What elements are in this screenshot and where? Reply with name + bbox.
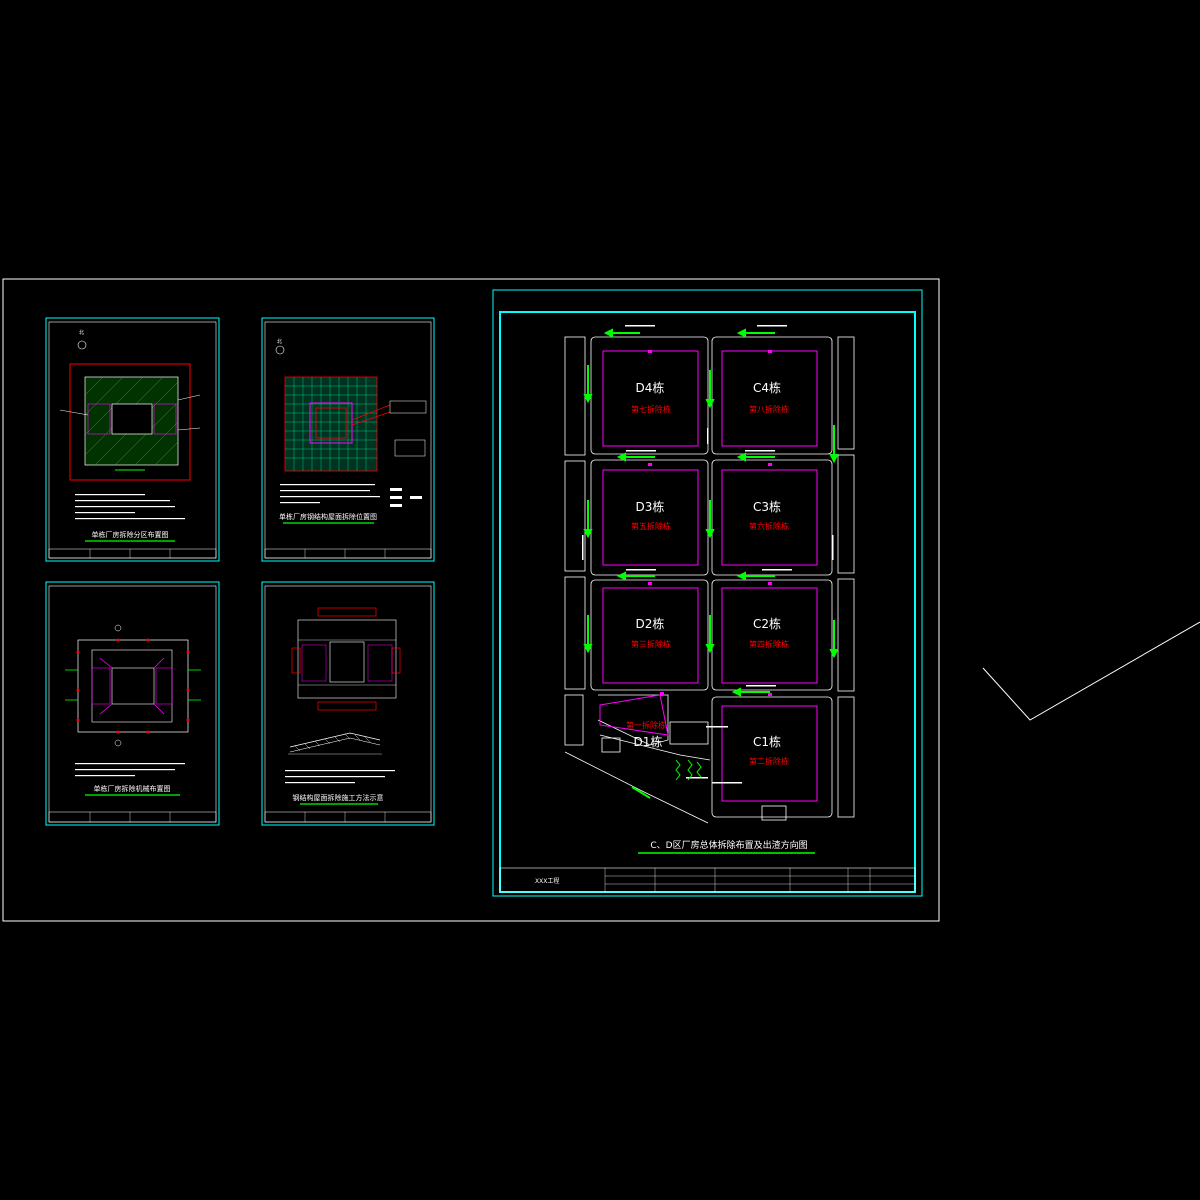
building-c2-label: C2栋 xyxy=(753,616,781,631)
building-c3-label: C3栋 xyxy=(753,499,781,514)
small-sheet-1-title: 单栋厂房拆除分区布置图 xyxy=(92,530,169,539)
building-d2-outline xyxy=(602,587,699,684)
building-c4-label: C4栋 xyxy=(753,380,781,395)
building-d3-stage: 第五拆除栋 xyxy=(631,521,671,531)
svg-text:北: 北 xyxy=(79,329,84,336)
building-c2-outline xyxy=(721,587,818,684)
building-d4-stage: 第七拆除栋 xyxy=(631,404,671,414)
stray-leader-line xyxy=(982,621,1200,721)
road-network xyxy=(564,336,855,824)
small-sheet-3-title: 单栋厂房拆除机械布置图 xyxy=(94,784,171,793)
title-block: XXX工程 xyxy=(499,867,916,893)
main-sheet: D4栋 C4栋 D3栋 C3栋 D2栋 C2栋 D1栋 C1栋 第七拆除栋 第八… xyxy=(492,289,923,897)
building-d1-stage: 第一拆除栋 xyxy=(626,720,666,730)
building-d3-outline xyxy=(602,469,699,566)
small-sheet-2: 北 单栋厂房钢结构屋面拆除位置图 xyxy=(261,317,435,562)
building-c1-label: C1栋 xyxy=(753,734,781,749)
building-d3-label: D3栋 xyxy=(636,499,665,514)
building-c3-outline xyxy=(721,469,818,566)
small-sheet-3: 单栋厂房拆除机械布置图 xyxy=(45,581,220,826)
building-d2-label: D2栋 xyxy=(636,616,665,631)
building-c4-outline xyxy=(721,350,818,447)
building-d4-outline xyxy=(602,350,699,447)
building-d1-label: D1栋 xyxy=(634,734,663,749)
building-d4-label: D4栋 xyxy=(636,380,665,395)
main-sheet-title: C、D区厂房总体拆除布置及出渣方向图 xyxy=(650,839,807,851)
building-c1-stage: 第二拆除栋 xyxy=(749,756,789,766)
svg-text:北: 北 xyxy=(277,338,282,345)
small-sheet-4: 钢结构屋面拆除施工方法示意 xyxy=(261,581,435,826)
building-c1-outline xyxy=(721,705,818,802)
cad-drawing-canvas: 北 单栋厂房拆除分区布置图 北 单栋厂房钢结构屋面拆除位置图 单栋厂房拆除机械布… xyxy=(2,278,1200,922)
building-c3-stage: 第六拆除栋 xyxy=(749,521,789,531)
small-sheet-1: 北 单栋厂房拆除分区布置图 xyxy=(45,317,220,562)
small-sheet-2-title: 单栋厂房钢结构屋面拆除位置图 xyxy=(279,512,377,521)
small-sheet-4-title: 钢结构屋面拆除施工方法示意 xyxy=(293,793,384,802)
building-c2-stage: 第四拆除栋 xyxy=(749,639,789,649)
haul-direction-arrows xyxy=(583,328,839,799)
building-c4-stage: 第八拆除栋 xyxy=(749,404,789,414)
building-d2-stage: 第三拆除栋 xyxy=(631,639,671,649)
title-block-org: XXX工程 xyxy=(535,877,559,885)
